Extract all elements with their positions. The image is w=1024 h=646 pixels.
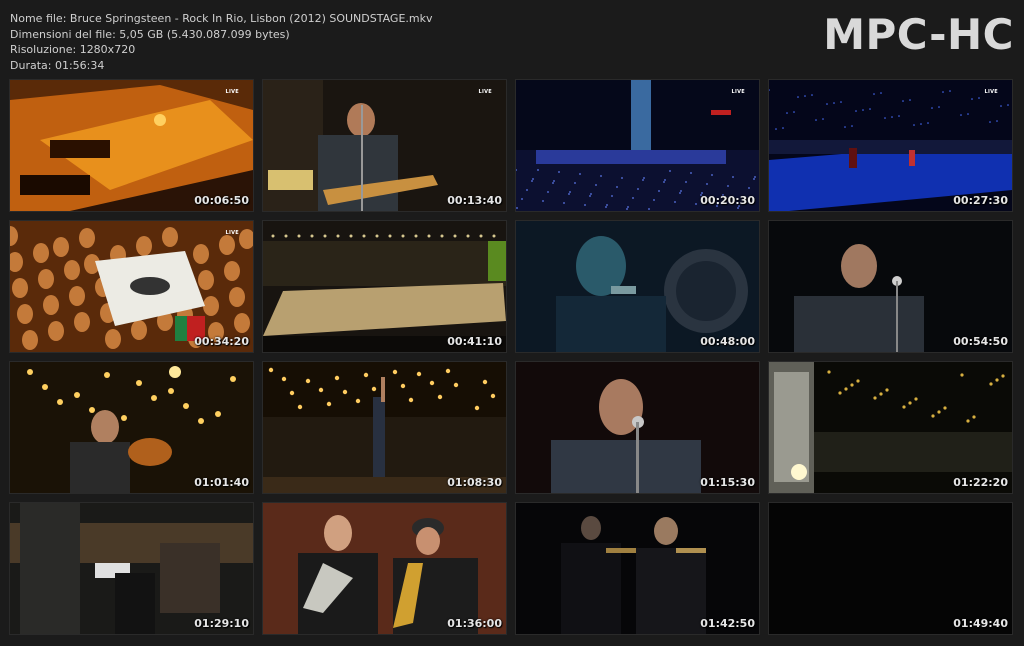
live-badge: LIVE — [225, 230, 239, 236]
video-frame-black — [769, 503, 1012, 634]
thumbnail-11: 01:15:30 — [516, 362, 759, 493]
live-badge: LIVE — [984, 89, 998, 95]
video-frame-horn-section — [263, 503, 506, 634]
timestamp-label: 01:08:30 — [447, 476, 502, 489]
thumbnail-6: 00:41:10 — [263, 221, 506, 352]
timestamp-label: 01:01:40 — [194, 476, 249, 489]
timestamp-label: 00:34:20 — [194, 335, 249, 348]
timestamp-label: 01:36:00 — [447, 617, 502, 630]
thumbnail-12: 01:22:20 — [769, 362, 1012, 493]
timestamp-label: 00:54:50 — [953, 335, 1008, 348]
timestamp-label: 00:48:00 — [700, 335, 755, 348]
video-frame-wide-stage — [263, 221, 506, 352]
thumbnail-5: LIVE 00:34:20 — [10, 221, 253, 352]
video-frame-trumpets-dark — [516, 503, 759, 634]
live-badge: LIVE — [731, 89, 745, 95]
thumbnail-3: LIVE 00:20:30 — [516, 80, 759, 211]
video-frame-backstage-camera — [10, 503, 253, 634]
video-frame-harmonica-closeup — [516, 221, 759, 352]
timestamp-label: 01:29:10 — [194, 617, 249, 630]
thumbnail-10: 01:08:30 — [263, 362, 506, 493]
video-frame-blue-stage — [769, 80, 1012, 211]
thumbnail-13: 01:29:10 — [10, 503, 253, 634]
video-frame-guitar-lights — [10, 362, 253, 493]
timestamp-label: 00:20:30 — [700, 194, 755, 207]
thumbnail-14: 01:36:00 — [263, 503, 506, 634]
video-frame-crowd-shirt — [10, 221, 253, 352]
thumbnail-16: 01:49:40 — [769, 503, 1012, 634]
timestamp-label: 00:27:30 — [953, 194, 1008, 207]
thumbnail-4: LIVE 00:27:30 — [769, 80, 1012, 211]
video-frame-stage-screens — [769, 362, 1012, 493]
video-frame-guitarist-singing — [263, 80, 506, 211]
video-frame-singer-mic-dark — [769, 221, 1012, 352]
timestamp-label: 00:13:40 — [447, 194, 502, 207]
thumbnail-7: 00:48:00 — [516, 221, 759, 352]
thumbnail-8: 00:54:50 — [769, 221, 1012, 352]
timestamp-label: 01:15:30 — [700, 476, 755, 489]
timestamp-label: 01:22:20 — [953, 476, 1008, 489]
thumbnail-grid: LIVE 00:06:50 LIVE 00:13:40 LIVE 00:20:30 L… — [0, 0, 1024, 646]
video-frame-singer-closeup — [516, 362, 759, 493]
timestamp-label: 00:06:50 — [194, 194, 249, 207]
timestamp-label: 01:49:40 — [953, 617, 1008, 630]
video-frame-orange-stage — [10, 80, 253, 211]
thumbnail-1: LIVE 00:06:50 — [10, 80, 253, 211]
thumbnail-2: LIVE 00:13:40 — [263, 80, 506, 211]
thumbnail-15: 01:42:50 — [516, 503, 759, 634]
timestamp-label: 01:42:50 — [700, 617, 755, 630]
thumbnail-9: 01:01:40 — [10, 362, 253, 493]
live-badge: LIVE — [225, 89, 239, 95]
video-frame-arm-raised-stage — [263, 362, 506, 493]
video-frame-blue-stadium — [516, 80, 759, 211]
timestamp-label: 00:41:10 — [447, 335, 502, 348]
live-badge: LIVE — [478, 89, 492, 95]
